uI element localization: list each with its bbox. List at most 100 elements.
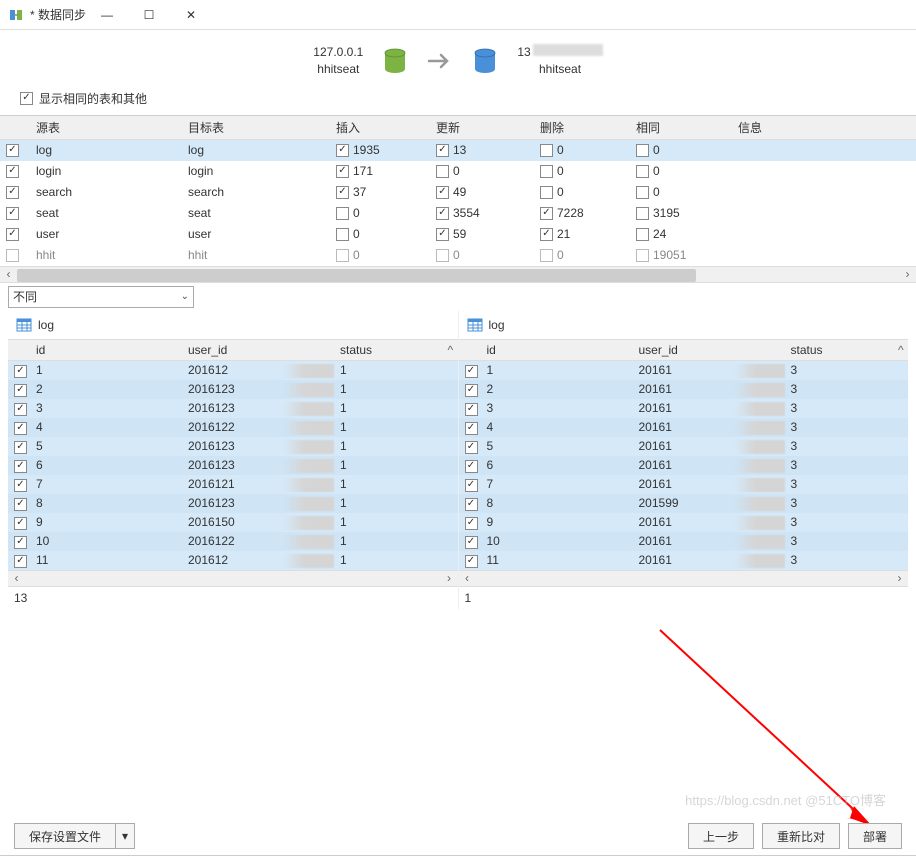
right-col-userid[interactable]: user_id <box>633 340 785 360</box>
data-row[interactable]: 2 20161 3 <box>459 380 909 399</box>
col-source[interactable]: 源表 <box>30 116 182 139</box>
same-checkbox[interactable] <box>636 186 649 199</box>
table-row[interactable]: seat seat 0 3554 7228 3195 <box>0 203 916 224</box>
right-col-status[interactable]: status <box>785 340 893 360</box>
data-row[interactable]: 6 20161 3 <box>459 456 909 475</box>
data-row[interactable]: 4 2016122 1 <box>8 418 458 437</box>
table-row[interactable]: hhit hhit 0 0 0 19051 <box>0 245 916 266</box>
row-checkbox[interactable] <box>14 441 27 454</box>
left-col-userid[interactable]: user_id <box>182 340 334 360</box>
data-row[interactable]: 3 20161 3 <box>459 399 909 418</box>
delete-checkbox[interactable] <box>540 207 553 220</box>
data-row[interactable]: 4 20161 3 <box>459 418 909 437</box>
insert-checkbox[interactable] <box>336 249 349 262</box>
data-row[interactable]: 7 2016121 1 <box>8 475 458 494</box>
col-info[interactable]: 信息 <box>732 116 916 139</box>
row-checkbox[interactable] <box>14 555 27 568</box>
save-dropdown-button[interactable]: ▾ <box>115 823 135 849</box>
top-hscroll[interactable]: ‹ › <box>0 266 916 283</box>
data-row[interactable]: 6 2016123 1 <box>8 456 458 475</box>
scroll-right-icon[interactable]: › <box>899 266 916 283</box>
data-row[interactable]: 11 201612 1 <box>8 551 458 570</box>
update-checkbox[interactable] <box>436 186 449 199</box>
insert-checkbox[interactable] <box>336 186 349 199</box>
same-checkbox[interactable] <box>636 249 649 262</box>
row-checkbox[interactable] <box>6 186 19 199</box>
delete-checkbox[interactable] <box>540 249 553 262</box>
data-row[interactable]: 9 2016150 1 <box>8 513 458 532</box>
scroll-left-icon[interactable]: ‹ <box>0 266 17 283</box>
update-checkbox[interactable] <box>436 249 449 262</box>
prev-button[interactable]: 上一步 <box>688 823 754 849</box>
row-checkbox[interactable] <box>465 479 478 492</box>
same-checkbox[interactable] <box>636 207 649 220</box>
insert-checkbox[interactable] <box>336 207 349 220</box>
row-checkbox[interactable] <box>465 555 478 568</box>
row-checkbox[interactable] <box>465 536 478 549</box>
table-row[interactable]: search search 37 49 0 0 <box>0 182 916 203</box>
save-settings-button[interactable]: 保存设置文件 <box>14 823 115 849</box>
delete-checkbox[interactable] <box>540 228 553 241</box>
row-checkbox[interactable] <box>6 228 19 241</box>
row-checkbox[interactable] <box>14 422 27 435</box>
row-checkbox[interactable] <box>14 536 27 549</box>
update-checkbox[interactable] <box>436 144 449 157</box>
row-checkbox[interactable] <box>465 460 478 473</box>
scroll-up-icon[interactable]: ^ <box>892 340 908 360</box>
data-row[interactable]: 7 20161 3 <box>459 475 909 494</box>
insert-checkbox[interactable] <box>336 228 349 241</box>
row-checkbox[interactable] <box>14 384 27 397</box>
row-checkbox[interactable] <box>14 498 27 511</box>
data-row[interactable]: 10 20161 3 <box>459 532 909 551</box>
data-row[interactable]: 5 20161 3 <box>459 437 909 456</box>
same-checkbox[interactable] <box>636 144 649 157</box>
table-row[interactable]: log log 1935 13 0 0 <box>0 140 916 161</box>
update-checkbox[interactable] <box>436 228 449 241</box>
maximize-button[interactable]: ☐ <box>128 1 170 29</box>
scroll-thumb[interactable] <box>17 269 696 282</box>
left-col-status[interactable]: status <box>334 340 442 360</box>
col-same[interactable]: 相同 <box>630 116 732 139</box>
row-checkbox[interactable] <box>14 403 27 416</box>
data-row[interactable]: 1 20161 3 <box>459 361 909 380</box>
row-checkbox[interactable] <box>465 422 478 435</box>
row-checkbox[interactable] <box>465 384 478 397</box>
row-checkbox[interactable] <box>14 460 27 473</box>
data-row[interactable]: 9 20161 3 <box>459 513 909 532</box>
scroll-up-icon[interactable]: ^ <box>442 340 458 360</box>
filter-dropdown[interactable]: 不同 ⌄ <box>8 286 194 308</box>
data-row[interactable]: 8 201599 3 <box>459 494 909 513</box>
data-row[interactable]: 1 201612 1 <box>8 361 458 380</box>
close-button[interactable]: ✕ <box>170 1 212 29</box>
col-insert[interactable]: 插入 <box>330 116 430 139</box>
update-checkbox[interactable] <box>436 165 449 178</box>
left-col-id[interactable]: id <box>30 340 182 360</box>
right-hscroll[interactable]: ‹ › <box>459 570 909 587</box>
table-row[interactable]: user user 0 59 21 24 <box>0 224 916 245</box>
row-checkbox[interactable] <box>6 144 19 157</box>
row-checkbox[interactable] <box>465 403 478 416</box>
same-checkbox[interactable] <box>636 228 649 241</box>
deploy-button[interactable]: 部署 <box>848 823 902 849</box>
delete-checkbox[interactable] <box>540 144 553 157</box>
data-row[interactable]: 2 2016123 1 <box>8 380 458 399</box>
row-checkbox[interactable] <box>6 249 19 262</box>
col-target[interactable]: 目标表 <box>182 116 330 139</box>
row-checkbox[interactable] <box>14 517 27 530</box>
row-checkbox[interactable] <box>6 165 19 178</box>
show-same-checkbox[interactable] <box>20 92 33 105</box>
row-checkbox[interactable] <box>14 479 27 492</box>
same-checkbox[interactable] <box>636 165 649 178</box>
data-row[interactable]: 8 2016123 1 <box>8 494 458 513</box>
col-update[interactable]: 更新 <box>430 116 534 139</box>
row-checkbox[interactable] <box>6 207 19 220</box>
data-row[interactable]: 5 2016123 1 <box>8 437 458 456</box>
table-row[interactable]: login login 171 0 0 0 <box>0 161 916 182</box>
row-checkbox[interactable] <box>14 365 27 378</box>
insert-checkbox[interactable] <box>336 165 349 178</box>
delete-checkbox[interactable] <box>540 186 553 199</box>
left-hscroll[interactable]: ‹ › <box>8 570 458 587</box>
data-row[interactable]: 11 20161 3 <box>459 551 909 570</box>
delete-checkbox[interactable] <box>540 165 553 178</box>
row-checkbox[interactable] <box>465 441 478 454</box>
